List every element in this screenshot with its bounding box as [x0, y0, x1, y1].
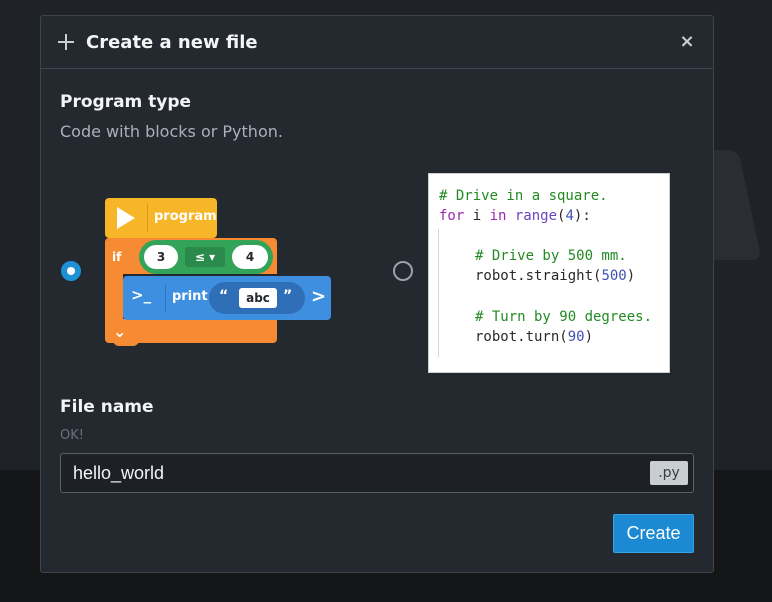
program-block: program	[105, 198, 217, 238]
close-button[interactable]: ×	[675, 30, 699, 54]
open-quote-icon: “	[219, 288, 229, 304]
code-text: i	[464, 208, 490, 224]
compare-block: 3 ≤ ▾ 4	[139, 240, 273, 274]
plus-icon	[57, 33, 75, 51]
code-line: robot.turn(90)	[475, 329, 593, 345]
blocks-radio[interactable]	[61, 261, 81, 281]
code-line: # Drive by 500 mm.	[475, 248, 627, 264]
if-label: if	[112, 250, 122, 264]
code-line: # Drive in a square.	[439, 188, 608, 204]
code-number: 500	[601, 268, 627, 284]
program-type-description: Code with blocks or Python.	[60, 122, 283, 141]
blocks-option-preview[interactable]: if ⌄ program 3 ≤ ▾ 4 >_ print “ abc ” >	[103, 198, 333, 358]
file-name-input[interactable]	[61, 454, 641, 492]
chevron-right-icon: >	[311, 286, 327, 307]
string-value: abc	[239, 288, 277, 308]
close-quote-icon: ”	[283, 288, 293, 304]
file-name-field[interactable]: .py	[60, 453, 694, 493]
python-option-preview[interactable]: # Drive in a square. for i in range(4): …	[428, 173, 670, 373]
indent-guide	[438, 229, 439, 357]
string-block: “ abc ”	[209, 282, 305, 314]
code-keyword: for	[439, 208, 465, 224]
file-name-heading: File name	[60, 397, 154, 417]
dialog-title: Create a new file	[86, 31, 258, 53]
code-text: )	[626, 268, 636, 284]
operator-dropdown: ≤ ▾	[185, 247, 225, 267]
code-line: for i in range(4):	[439, 208, 591, 224]
code-line: # Turn by 90 degrees.	[475, 309, 653, 325]
file-name-status: OK!	[60, 428, 84, 443]
file-extension-badge: .py	[650, 461, 688, 485]
code-text: robot.straight(	[475, 268, 602, 284]
new-file-dialog: Create a new file × Program type Code wi…	[40, 15, 714, 573]
print-block: >_ print “ abc ” >	[123, 276, 331, 320]
code-number: 4	[565, 208, 574, 224]
code-keyword: in	[489, 208, 507, 224]
code-text: ):	[573, 208, 591, 224]
print-label: print	[172, 289, 208, 304]
play-icon	[117, 207, 135, 229]
program-block-divider	[147, 204, 148, 232]
code-line: robot.straight(500)	[475, 268, 635, 284]
code-function: range	[506, 208, 558, 224]
terminal-icon: >_	[131, 286, 152, 304]
create-button[interactable]: Create	[613, 514, 694, 553]
code-text: robot.turn(	[475, 329, 568, 345]
print-block-divider	[165, 284, 166, 312]
left-operand: 3	[144, 245, 178, 269]
code-number: 90	[567, 329, 585, 345]
python-radio[interactable]	[393, 261, 413, 281]
right-operand: 4	[232, 245, 268, 269]
if-block-notch	[113, 338, 139, 346]
program-type-heading: Program type	[60, 92, 192, 112]
code-text: )	[584, 329, 594, 345]
program-label: program	[154, 209, 217, 224]
dialog-header: Create a new file ×	[41, 16, 713, 69]
